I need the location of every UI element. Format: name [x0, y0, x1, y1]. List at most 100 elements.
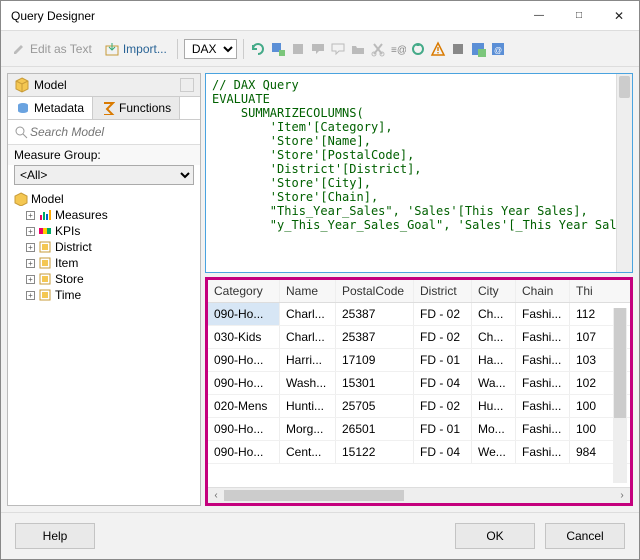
cell[interactable]: Hu...	[472, 395, 516, 417]
refresh-params-icon[interactable]	[410, 41, 426, 57]
col-header-city[interactable]: City	[472, 280, 516, 302]
cell[interactable]: Mo...	[472, 418, 516, 440]
cell[interactable]: Fashi...	[516, 418, 570, 440]
col-header-name[interactable]: Name	[280, 280, 336, 302]
cube-selector[interactable]: Model	[8, 74, 200, 97]
table-row[interactable]: 090-Ho...Wash...15301FD - 04Wa...Fashi..…	[208, 372, 630, 395]
query-editor[interactable]: // DAX Query EVALUATE SUMMARIZECOLUMNS( …	[205, 73, 633, 273]
comment-icon[interactable]	[310, 41, 326, 57]
cell[interactable]: 102	[570, 372, 606, 394]
cell[interactable]: 090-Ho...	[208, 418, 280, 440]
table-row[interactable]: 090-Ho...Harri...17109FD - 01Ha...Fashi.…	[208, 349, 630, 372]
grid-vertical-scrollbar[interactable]	[613, 308, 627, 483]
expand-icon[interactable]: +	[26, 291, 35, 300]
cell[interactable]: 090-Ho...	[208, 372, 280, 394]
cell[interactable]: 103	[570, 349, 606, 371]
cell[interactable]: FD - 04	[414, 372, 472, 394]
cube-dropdown-icon[interactable]	[180, 78, 194, 92]
cell[interactable]: Harri...	[280, 349, 336, 371]
cancel-icon[interactable]	[450, 41, 466, 57]
scroll-thumb[interactable]	[224, 490, 404, 501]
tree-node-kpis[interactable]: + KPIs	[12, 223, 196, 239]
cut-icon[interactable]	[370, 41, 386, 57]
expand-icon[interactable]: +	[26, 243, 35, 252]
cell[interactable]: We...	[472, 441, 516, 463]
cell[interactable]: 25705	[336, 395, 414, 417]
tab-functions[interactable]: Functions	[93, 97, 180, 119]
cell[interactable]: Ch...	[472, 326, 516, 348]
tree-node-store[interactable]: + Store	[12, 271, 196, 287]
expand-icon[interactable]: +	[26, 227, 35, 236]
scroll-right-icon[interactable]: ›	[614, 490, 630, 501]
uncomment-icon[interactable]	[330, 41, 346, 57]
cell[interactable]: 090-Ho...	[208, 441, 280, 463]
tree-root-model[interactable]: Model	[12, 191, 196, 207]
cell[interactable]: 112	[570, 303, 606, 325]
cell[interactable]: Ha...	[472, 349, 516, 371]
tree-node-item[interactable]: + Item	[12, 255, 196, 271]
cell[interactable]: Wash...	[280, 372, 336, 394]
tree-node-time[interactable]: + Time	[12, 287, 196, 303]
cell[interactable]: Fashi...	[516, 326, 570, 348]
cell[interactable]: FD - 02	[414, 395, 472, 417]
table-row[interactable]: 090-Ho...Cent...15122FD - 04We...Fashi..…	[208, 441, 630, 464]
add-table-icon[interactable]	[270, 41, 286, 57]
cell[interactable]: Fashi...	[516, 395, 570, 417]
table-row[interactable]: 020-MensHunti...25705FD - 02Hu...Fashi..…	[208, 395, 630, 418]
scroll-thumb[interactable]	[614, 308, 626, 418]
col-header-category[interactable]: Category	[208, 280, 280, 302]
cell[interactable]: 17109	[336, 349, 414, 371]
cell[interactable]: FD - 02	[414, 326, 472, 348]
cell[interactable]: Charl...	[280, 326, 336, 348]
query-text[interactable]: // DAX Query EVALUATE SUMMARIZECOLUMNS( …	[206, 74, 616, 272]
cell[interactable]: 020-Mens	[208, 395, 280, 417]
scroll-thumb[interactable]	[619, 76, 630, 98]
cell[interactable]: Ch...	[472, 303, 516, 325]
edit-as-text-button[interactable]: Edit as Text	[7, 39, 96, 59]
cell[interactable]: Wa...	[472, 372, 516, 394]
cell[interactable]: 030-Kids	[208, 326, 280, 348]
measure-group-select[interactable]: <All>	[14, 165, 194, 185]
close-button[interactable]: ✕	[599, 1, 639, 31]
tree-node-district[interactable]: + District	[12, 239, 196, 255]
cell[interactable]: 090-Ho...	[208, 349, 280, 371]
cell[interactable]: 100	[570, 418, 606, 440]
ok-button[interactable]: OK	[455, 523, 535, 549]
stop-icon[interactable]	[290, 41, 306, 57]
cell[interactable]: Fashi...	[516, 303, 570, 325]
cell[interactable]: FD - 02	[414, 303, 472, 325]
help-button[interactable]: Help	[15, 523, 95, 549]
import-button[interactable]: Import...	[100, 39, 171, 59]
col-header-postalcode[interactable]: PostalCode	[336, 280, 414, 302]
tree-node-measures[interactable]: + Measures	[12, 207, 196, 223]
cell[interactable]: Cent...	[280, 441, 336, 463]
tab-metadata[interactable]: Metadata	[8, 97, 93, 119]
cell[interactable]: Fashi...	[516, 372, 570, 394]
query-params-icon[interactable]: @	[490, 41, 506, 57]
expand-icon[interactable]: +	[26, 259, 35, 268]
design-icon[interactable]	[470, 41, 486, 57]
cell[interactable]: Fashi...	[516, 441, 570, 463]
cell[interactable]: Fashi...	[516, 349, 570, 371]
table-row[interactable]: 090-Ho...Charl...25387FD - 02Ch...Fashi.…	[208, 303, 630, 326]
expand-icon[interactable]: +	[26, 211, 35, 220]
grid-horizontal-scrollbar[interactable]: ‹ ›	[208, 487, 630, 503]
cell[interactable]: 090-Ho...	[208, 303, 280, 325]
cell[interactable]: 100	[570, 395, 606, 417]
cell[interactable]: 15301	[336, 372, 414, 394]
expand-icon[interactable]: +	[26, 275, 35, 284]
cancel-button[interactable]: Cancel	[545, 523, 625, 549]
table-row[interactable]: 090-Ho...Morg...26501FD - 01Mo...Fashi..…	[208, 418, 630, 441]
cell[interactable]: 15122	[336, 441, 414, 463]
col-header-district[interactable]: District	[414, 280, 472, 302]
cell[interactable]: FD - 01	[414, 349, 472, 371]
table-row[interactable]: 030-KidsCharl...25387FD - 02Ch...Fashi..…	[208, 326, 630, 349]
cell[interactable]: 26501	[336, 418, 414, 440]
cell[interactable]: Morg...	[280, 418, 336, 440]
col-header-this-year[interactable]: Thi	[570, 280, 606, 302]
cell[interactable]: 25387	[336, 303, 414, 325]
minimize-button[interactable]: —	[519, 1, 559, 31]
parameter-icon[interactable]: ≡@	[390, 41, 406, 57]
search-input[interactable]	[28, 123, 194, 141]
col-header-chain[interactable]: Chain	[516, 280, 570, 302]
